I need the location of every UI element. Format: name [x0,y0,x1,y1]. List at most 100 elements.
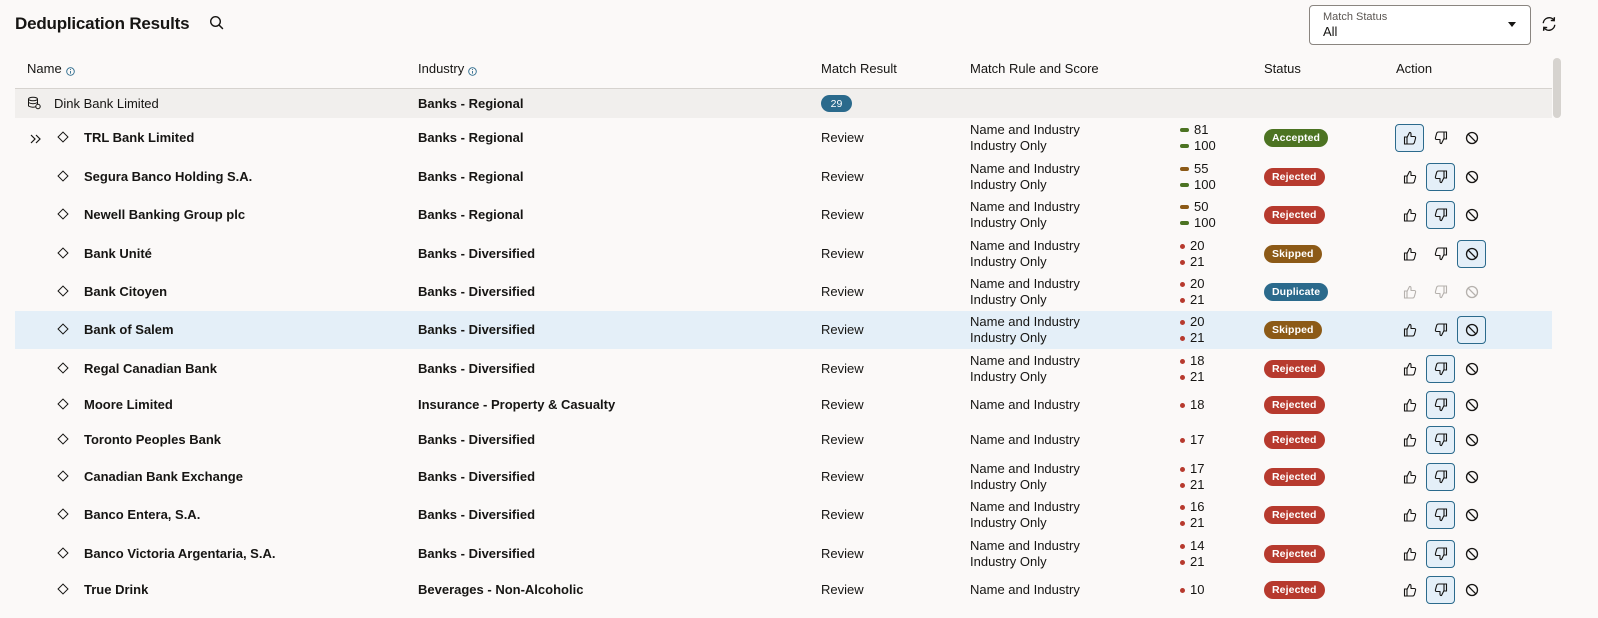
accept-button[interactable] [1395,501,1424,529]
match-rule-label: Name and Industry [970,276,1080,291]
reject-button[interactable] [1426,355,1455,383]
row-industry: Banks - Diversified [418,469,536,484]
skip-button[interactable] [1457,355,1486,383]
reject-button[interactable] [1426,163,1455,191]
table-row[interactable]: Banco Entera, S.A. Banks - Diversified Rev… [15,496,1552,534]
accept-button[interactable] [1395,240,1424,268]
refresh-icon[interactable] [1540,15,1558,33]
accept-button[interactable] [1395,316,1424,344]
skip-button[interactable] [1457,426,1486,454]
score-indicator-icon [1180,559,1185,565]
reject-button[interactable] [1426,391,1455,419]
row-match-rules: Name and Industry Industry Only [970,199,1080,231]
table-row[interactable]: Banco Victoria Argentaria, S.A. Banks - D… [15,534,1552,573]
match-status-select[interactable]: Match Status All [1309,5,1531,45]
column-header-industry[interactable]: Industry [418,61,477,76]
table-row[interactable]: Toronto Peoples Bank Banks - Diversified R… [15,422,1552,458]
column-header-name[interactable]: Name [27,61,75,76]
match-score-value: 17 [1190,461,1205,476]
table-row[interactable]: TRL Bank Limited Banks - Regional Review Na… [15,118,1552,157]
thumbs-down-icon [1433,207,1449,223]
reject-button[interactable] [1426,316,1455,344]
match-score-value: 21 [1190,369,1205,384]
accept-button[interactable] [1395,463,1424,491]
column-header-status[interactable]: Status [1264,61,1301,76]
expand-icon[interactable] [29,132,43,144]
search-icon[interactable] [208,14,226,32]
thumbs-up-icon [1402,207,1418,223]
match-score-value: 21 [1190,254,1205,269]
row-match-scores: 10 [1180,582,1204,598]
skip-button[interactable] [1457,163,1486,191]
accept-button[interactable] [1395,426,1424,454]
accept-button[interactable] [1395,576,1424,604]
skip-button[interactable] [1457,576,1486,604]
group-row[interactable]: Dink Bank Limited Banks - Regional 29 [15,89,1552,118]
thumbs-up-icon [1402,582,1418,598]
score-indicator-icon [1180,128,1189,132]
match-score: 81 [1180,122,1216,138]
accept-button[interactable] [1395,391,1424,419]
thumbs-up-icon [1402,322,1418,338]
table-row[interactable]: True Drink Beverages - Non-Alcoholic Revie… [15,573,1552,607]
score-indicator-icon [1180,243,1185,249]
scrollbar[interactable] [1553,58,1561,118]
info-icon[interactable] [65,64,75,76]
row-name: Bank of Salem [84,322,174,337]
match-rule-label: Name and Industry [970,122,1080,137]
match-score-value: 16 [1190,499,1205,514]
skip-button[interactable] [1457,240,1486,268]
row-match-rules: Name and Industry [970,432,1080,448]
table-row[interactable]: Bank Citoyen Banks - Diversified Review Nam… [15,273,1552,311]
match-score-value: 18 [1190,353,1205,368]
row-match-scores: 18 [1180,397,1204,413]
match-score: 18 [1180,353,1204,369]
info-icon[interactable] [468,64,477,76]
skip-button[interactable] [1457,501,1486,529]
table-row[interactable]: Bank Unité Banks - Diversified Review Name … [15,234,1552,273]
row-match-scores: 81 100 [1180,122,1216,154]
match-score-value: 21 [1190,330,1205,345]
column-header-industry-label: Industry [418,61,465,76]
table-row[interactable]: Regal Canadian Bank Banks - Diversified Re… [15,349,1552,388]
skip-button[interactable] [1457,463,1486,491]
skip-button[interactable] [1457,316,1486,344]
match-rule-label: Industry Only [970,254,1047,269]
column-header-match-rule[interactable]: Match Rule and Score [970,61,1099,76]
ban-icon [1464,284,1480,300]
row-match-result: Review [821,246,864,261]
reject-button[interactable] [1426,540,1455,568]
row-match-result: Review [821,130,864,145]
skip-button[interactable] [1457,124,1486,152]
table-row[interactable]: Newell Banking Group plc Banks - Regional… [15,196,1552,234]
skip-button[interactable] [1457,540,1486,568]
accept-button[interactable] [1395,201,1424,229]
reject-button[interactable] [1426,426,1455,454]
row-match-rules: Name and Industry Industry Only [970,314,1080,346]
results-table: Name Industry Match Result Match Rule an… [15,56,1552,607]
status-badge: Accepted [1264,129,1329,147]
skip-button[interactable] [1457,201,1486,229]
column-header-match-result[interactable]: Match Result [821,61,897,76]
reject-button[interactable] [1426,576,1455,604]
reject-button[interactable] [1426,240,1455,268]
diamond-icon [57,323,69,335]
reject-button[interactable] [1426,501,1455,529]
accept-button[interactable] [1395,355,1424,383]
accept-button[interactable] [1395,163,1424,191]
thumbs-up-icon [1402,130,1418,146]
table-row[interactable]: Canadian Bank Exchange Banks - Diversifie… [15,458,1552,496]
skip-button[interactable] [1457,391,1486,419]
table-row[interactable]: Moore Limited Insurance - Property & Casu… [15,388,1552,422]
reject-button[interactable] [1426,463,1455,491]
table-row[interactable]: Bank of Salem Banks - Diversified Review Na… [15,311,1552,349]
table-row[interactable]: Segura Banco Holding S.A. Banks - Regiona… [15,157,1552,196]
accept-button[interactable] [1395,540,1424,568]
row-name: TRL Bank Limited [84,130,195,145]
reject-button[interactable] [1426,201,1455,229]
status-badge: Skipped [1264,245,1322,263]
accept-button[interactable] [1395,124,1424,152]
row-name: Segura Banco Holding S.A. [84,169,253,184]
reject-button[interactable] [1426,124,1455,152]
ban-icon [1464,169,1480,185]
